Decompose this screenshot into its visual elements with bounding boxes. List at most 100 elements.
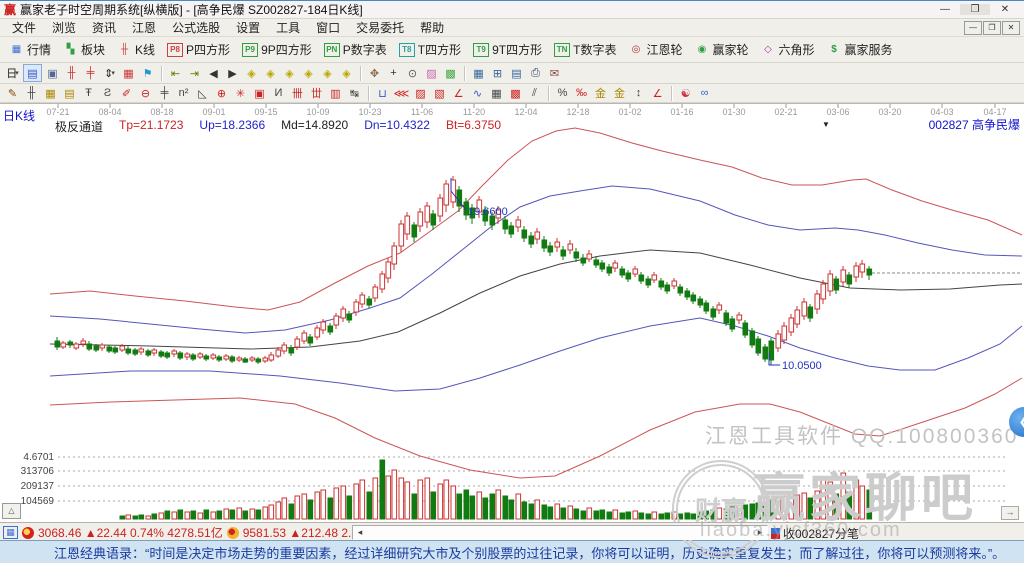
t-table-button[interactable]: TN T数字表 [548, 39, 622, 60]
gann-wheel-button[interactable]: ◎ 江恩轮 [622, 39, 688, 60]
gann-grid-a-icon[interactable]: ▦ [42, 85, 59, 101]
last-page-icon[interactable]: ⇥ [186, 65, 203, 81]
extend-line-icon[interactable]: ↹ [346, 85, 363, 101]
infinity-icon[interactable]: ∞ [696, 85, 713, 101]
angle-line-icon[interactable]: ∠ [649, 85, 666, 101]
horizontal-scrollbar[interactable]: ◂ ▸ [352, 525, 768, 540]
shanghai-index-icon[interactable] [22, 526, 34, 539]
menu-item-10[interactable]: 帮助 [412, 19, 452, 36]
menu-item-9[interactable]: 交易委托 [348, 19, 412, 36]
expand-panel-button[interactable]: △ [2, 503, 21, 519]
first-page-icon[interactable]: ⇤ [167, 65, 184, 81]
quotes-grid-icon[interactable]: ▦ [3, 526, 18, 539]
bar-chart2-icon[interactable]: ╪ [82, 65, 99, 81]
parallel-lines-icon[interactable]: ⫽ [526, 85, 543, 101]
sectors-button[interactable]: ▚ 板块 [57, 39, 111, 60]
red-grid-icon[interactable]: ▦ [120, 65, 137, 81]
blue-rect-icon[interactable]: ⊔ [374, 85, 391, 101]
save-icon[interactable]: ⎙ [527, 65, 544, 81]
red-grid-b-icon[interactable]: 丗 [308, 85, 325, 101]
price-frame-icon[interactable]: Ŧ [80, 85, 97, 101]
shenzhen-index-icon[interactable] [226, 526, 239, 539]
scale-toggle-icon[interactable]: ⇕ ▾ [101, 65, 118, 81]
calendar-icon[interactable]: ▦ [470, 65, 487, 81]
mdi-minimize-button[interactable]: — [964, 20, 982, 35]
kline-button[interactable]: ╫ K线 [111, 39, 161, 60]
shanghai-index-quote[interactable]: 3068.46 ▲22.44 0.74% 4278.51亿 [38, 524, 223, 541]
vsplit-icon[interactable]: ↕ [630, 85, 647, 101]
golden-section-icon[interactable]: 金 [592, 85, 609, 101]
trend-angle-icon[interactable]: ∠ [450, 85, 467, 101]
quotes-button[interactable]: ▦ 行情 [3, 39, 57, 60]
minimize-button[interactable]: — [930, 4, 960, 15]
menu-item-3[interactable]: 资讯 [84, 19, 124, 36]
spiral-icon[interactable]: Ƨ [99, 85, 116, 101]
magnifier-icon[interactable]: ⊙ [404, 65, 421, 81]
zigzag-icon[interactable]: И [270, 85, 287, 101]
calculator-icon[interactable]: ⊞ [489, 65, 506, 81]
period-label[interactable]: 日K线 [3, 107, 35, 124]
menu-item-4[interactable]: 江恩 [124, 19, 164, 36]
menu-item-2[interactable]: 浏览 [44, 19, 84, 36]
p-table-button[interactable]: PN P数字表 [318, 39, 393, 60]
gann-grid-b-icon[interactable]: ▤ [61, 85, 78, 101]
zoom-xy-icon[interactable]: ◈ [300, 65, 317, 81]
zoom-h-icon[interactable]: ◈ [281, 65, 298, 81]
9p-square-button[interactable]: P9 9P四方形 [236, 39, 318, 60]
crosshair-icon[interactable]: + [385, 65, 402, 81]
scroll-left-icon[interactable]: ◂ [353, 526, 367, 539]
scroll-right-icon[interactable]: ▸ [753, 526, 767, 539]
pencil-icon[interactable]: ✎ [4, 85, 21, 101]
mail-icon[interactable]: ✉ [546, 65, 563, 81]
mdi-restore-button[interactable]: ❐ [983, 20, 1001, 35]
fan-lines-icon[interactable]: ⋘ [393, 85, 410, 101]
menu-item-5[interactable]: 公式选股 [164, 19, 228, 36]
report-icon[interactable]: ▤ [508, 65, 525, 81]
square-box-icon[interactable]: ▣ [251, 85, 268, 101]
winner-service-button[interactable]: $ 赢家服务 [821, 39, 899, 60]
menu-item-1[interactable]: 文件 [4, 19, 44, 36]
tick-data-label[interactable]: 收002827分笔 [783, 525, 859, 542]
hatch-red-b-icon[interactable]: ▧ [431, 85, 448, 101]
menu-item-7[interactable]: 工具 [268, 19, 308, 36]
taiji-icon[interactable]: ☯ [677, 85, 694, 101]
9t-square-button[interactable]: T9 9T四方形 [467, 39, 548, 60]
red-table-icon[interactable]: ▥ [327, 85, 344, 101]
grid-dense-icon[interactable]: ▩ [507, 85, 524, 101]
square-of-nine-icon[interactable]: n² [175, 85, 192, 101]
menu-item-6[interactable]: 设置 [228, 19, 268, 36]
pink-grid-icon[interactable]: ▨ [423, 65, 440, 81]
zoom-v-icon[interactable]: ◈ [319, 65, 336, 81]
wave-icon[interactable]: ∿ [469, 85, 486, 101]
color-flag-icon[interactable]: ⚑ [139, 65, 156, 81]
next-icon[interactable]: ▶ [224, 65, 241, 81]
candle-style-icon[interactable]: ▤ [23, 64, 42, 82]
menu-item-8[interactable]: 窗口 [308, 19, 348, 36]
angle-tool-icon[interactable]: ◺ [194, 85, 211, 101]
red-grid-a-icon[interactable]: 卌 [289, 85, 306, 101]
period-daily-icon[interactable]: 日 ▾ [4, 65, 21, 81]
time-division-icon[interactable]: ╪ [156, 85, 173, 101]
zoom-out-x-icon[interactable]: ◈ [243, 65, 260, 81]
grid-plain-icon[interactable]: ▦ [488, 85, 505, 101]
green-grid-icon[interactable]: ▩ [442, 65, 459, 81]
percent-lines-icon[interactable]: % [554, 85, 571, 101]
hexagon-button[interactable]: ◇ 六角形 [755, 39, 821, 60]
ellipse-tool-icon[interactable]: ⊖ [137, 85, 154, 101]
prev-icon[interactable]: ◀ [205, 65, 222, 81]
gann-circle-icon[interactable]: ⊕ [213, 85, 230, 101]
golden-ext-icon[interactable]: 金 [611, 85, 628, 101]
close-button[interactable]: ✕ [990, 4, 1020, 15]
right-arrow-button[interactable]: → [1001, 506, 1019, 520]
info-panel-icon[interactable]: ▣ [44, 65, 61, 81]
hatch-lines-icon[interactable]: ╫ [23, 85, 40, 101]
zoom-in-x-icon[interactable]: ◈ [262, 65, 279, 81]
percent-ext-icon[interactable]: ‰ [573, 85, 590, 101]
winner-wheel-button[interactable]: ◉ 赢家轮 [688, 39, 754, 60]
hand-tool-icon[interactable]: ✥ [366, 65, 383, 81]
mdi-close-button[interactable]: ✕ [1002, 20, 1020, 35]
hatch-red-a-icon[interactable]: ▨ [412, 85, 429, 101]
maximize-button[interactable]: ❐ [960, 4, 990, 15]
indicator-name[interactable]: 极反通道 [55, 118, 103, 135]
bar-chart-icon[interactable]: ╫ [63, 65, 80, 81]
